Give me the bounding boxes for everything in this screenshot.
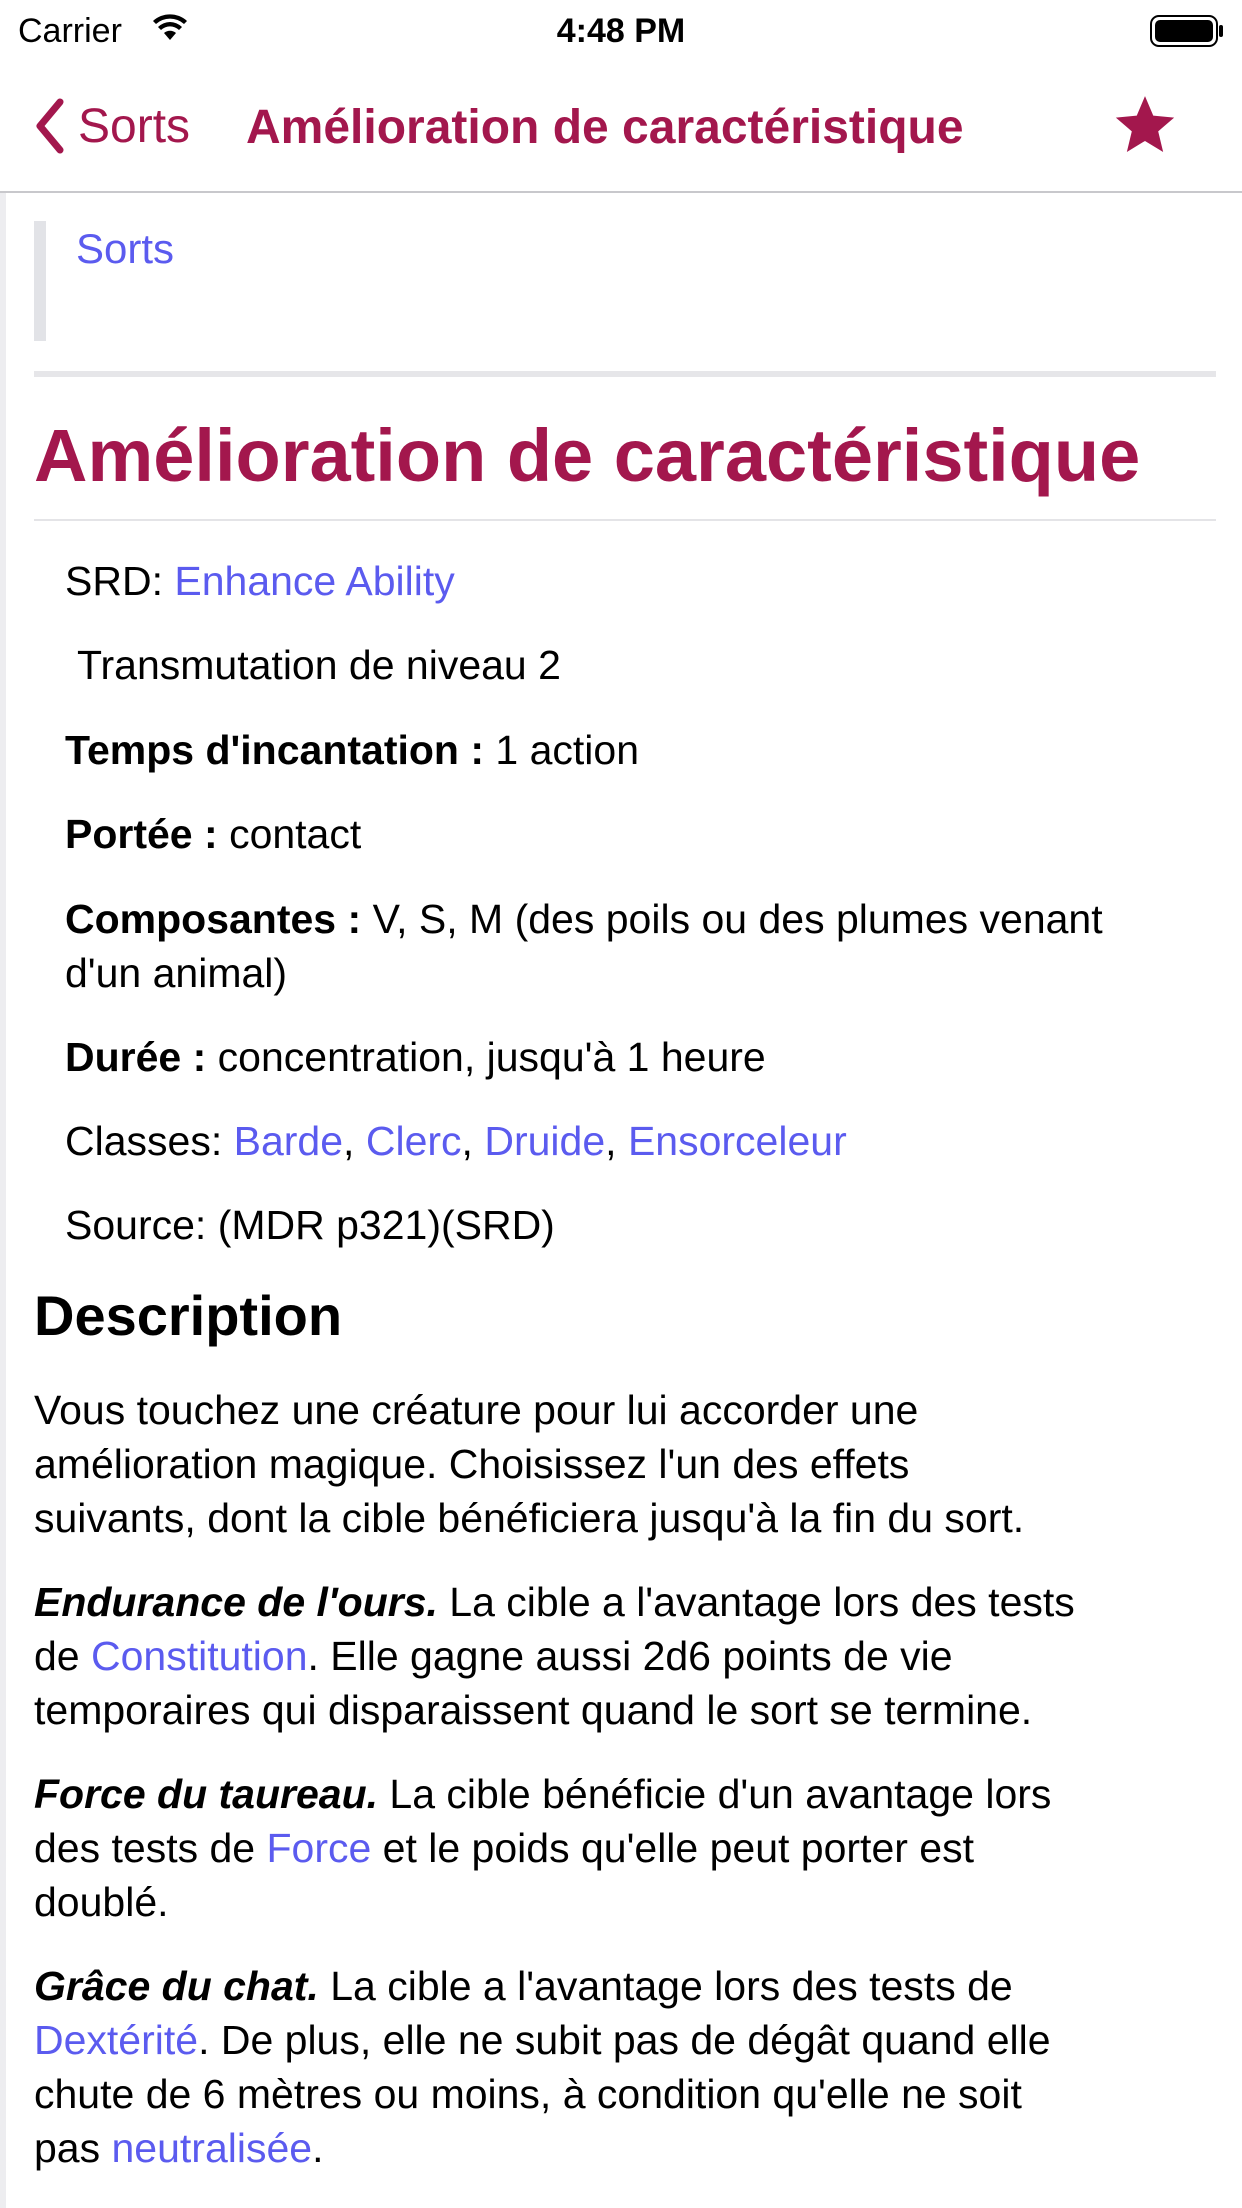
intro-line: Vous touchez une créature pour lui accor… (34, 1387, 919, 1433)
srd-link[interactable]: Enhance Ability (174, 558, 454, 604)
effect-bear-title: Endurance de l'ours. (34, 1579, 438, 1625)
effect-text: . De plus, elle ne subit pas de dégât qu… (198, 2017, 1051, 2063)
classes-row: Classes: Barde, Clerc, Druide, Ensorcele… (65, 1114, 1242, 1168)
effect-text: chute de 6 mètres ou moins, à condition … (34, 2071, 1022, 2117)
range-label: Portée : (65, 811, 218, 857)
srd-row: SRD: Enhance Ability (65, 554, 1242, 608)
force-link[interactable]: Force (266, 1825, 371, 1871)
components-value: V, S, M (des poils ou des plumes venant (372, 896, 1103, 942)
effect-text: La cible bénéficie d'un avantage lors (378, 1771, 1052, 1817)
status-bar: Carrier 4:48 PM (0, 0, 1242, 62)
effect-text: La cible a l'avantage lors des tests (437, 1579, 1075, 1625)
class-link-druide[interactable]: Druide (484, 1118, 605, 1164)
chevron-left-icon (36, 98, 64, 154)
navigation-bar: Sorts Amélioration de caractéristique (0, 62, 1242, 193)
components-row: Composantes : V, S, M (des poils ou des … (65, 892, 1242, 1000)
effect-bull-paragraph: Force du taureau. La cible bénéficie d'u… (34, 1767, 1224, 1929)
range-value: contact (229, 811, 362, 857)
intro-line: amélioration magique. Choisissez l'un de… (34, 1441, 910, 1487)
description-intro: Vous touchez une créature pour lui accor… (34, 1383, 1224, 1545)
favorite-button[interactable] (1112, 92, 1178, 163)
background-list-edge (0, 193, 6, 2208)
class-link-ensorceleur[interactable]: Ensorceleur (628, 1118, 847, 1164)
casting-time-label: Temps d'incantation : (65, 727, 485, 773)
effect-text: temporaires qui disparaissent quand le s… (34, 1687, 1033, 1733)
duration-label: Durée : (65, 1034, 207, 1080)
star-icon (1115, 96, 1175, 152)
effect-bear-paragraph: Endurance de l'ours. La cible a l'avanta… (34, 1575, 1224, 1737)
effect-text: doublé. (34, 1879, 169, 1925)
nav-title: Amélioration de caractéristique (246, 101, 964, 154)
srd-label: SRD: (65, 558, 163, 604)
effect-text: pas (34, 2125, 112, 2171)
duration-row: Durée : concentration, jusqu'à 1 heure (65, 1030, 1242, 1084)
page-title: Amélioration de caractéristique (34, 414, 1141, 497)
constitution-link[interactable]: Constitution (91, 1633, 308, 1679)
class-link-barde[interactable]: Barde (234, 1118, 343, 1164)
back-button-label: Sorts (78, 99, 191, 153)
battery-icon (1150, 14, 1226, 53)
back-button[interactable]: Sorts (34, 96, 190, 156)
effect-cat-title: Grâce du chat. (34, 1963, 319, 2009)
spell-school: Transmutation de niveau 2 (77, 642, 561, 688)
neutralisee-link[interactable]: neutralisée (112, 2125, 313, 2171)
clock: 4:48 PM (556, 12, 686, 50)
components-label: Composantes : (65, 896, 362, 942)
breadcrumb-link-sorts[interactable]: Sorts (76, 225, 174, 273)
effect-text: . Elle gagne aussi 2d6 points de vie (307, 1633, 953, 1679)
breadcrumb-quote-bar (34, 221, 46, 341)
class-link-clerc[interactable]: Clerc (366, 1118, 462, 1164)
divider (34, 519, 1216, 521)
effect-text: des tests de (34, 1825, 267, 1871)
components-value-cont: d'un animal) (65, 950, 288, 996)
effect-cat-paragraph: Grâce du chat. La cible a l'avantage lor… (34, 1959, 1224, 2175)
effect-text: de (34, 1633, 91, 1679)
effect-text: La cible a l'avantage lors des tests de (318, 1963, 1013, 2009)
effect-text: et le poids qu'elle peut porter est (371, 1825, 974, 1871)
classes-separator: , (605, 1118, 617, 1164)
divider (34, 371, 1216, 377)
classes-label: Classes: (65, 1118, 223, 1164)
range-row: Portée : contact (65, 807, 1242, 861)
classes-separator: , (343, 1118, 355, 1164)
dexterite-link[interactable]: Dextérité (34, 2017, 198, 2063)
duration-value: concentration, jusqu'à 1 heure (217, 1034, 766, 1080)
classes-separator: , (461, 1118, 473, 1164)
effect-text: . (312, 2125, 324, 2171)
source-row: Source: (MDR p321)(SRD) (65, 1202, 555, 1248)
intro-line: suivants, dont la cible bénéficiera jusq… (34, 1495, 1025, 1541)
effect-bull-title: Force du taureau. (34, 1771, 379, 1817)
casting-time-row: Temps d'incantation : 1 action (65, 723, 1242, 777)
description-heading: Description (34, 1284, 343, 1347)
casting-time-value: 1 action (495, 727, 640, 773)
